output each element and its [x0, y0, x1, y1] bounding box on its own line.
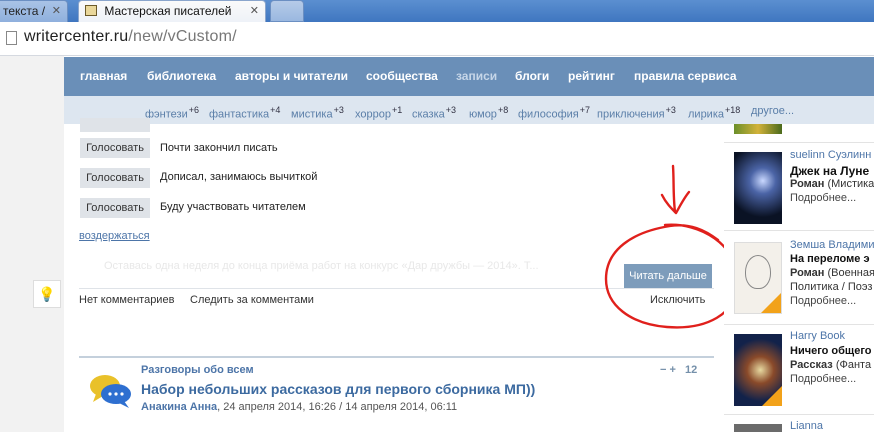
divider: [724, 142, 874, 143]
book-author-link[interactable]: Земша Владимир: [790, 239, 874, 251]
book-cover-partial[interactable]: [734, 424, 782, 432]
book-cover[interactable]: [734, 334, 782, 406]
book-more-link[interactable]: Подробнее...: [790, 192, 856, 204]
book-genre: (Военная: [827, 267, 874, 279]
book-cover[interactable]: [734, 242, 782, 314]
book-author-link[interactable]: Lianna: [790, 420, 823, 432]
book-title-link[interactable]: Ничего общего: [790, 345, 872, 357]
book-author-link[interactable]: suelinn Суэлинн: [790, 149, 871, 161]
book-genre: (Мистика: [827, 178, 874, 190]
book-more-link[interactable]: Подробнее...: [790, 295, 856, 307]
book-type: Роман: [790, 267, 825, 279]
book-title-link[interactable]: Джек на Луне: [790, 164, 869, 178]
book-genre: (Фанта: [835, 359, 872, 371]
book-more-link[interactable]: Подробнее...: [790, 373, 856, 385]
book-cover[interactable]: [734, 152, 782, 224]
divider: [724, 230, 874, 231]
divider: [724, 414, 874, 415]
book-author-link[interactable]: Harry Book: [790, 330, 845, 342]
book-title-link[interactable]: На переломе э: [790, 253, 870, 265]
book-type: Рассказ: [790, 359, 833, 371]
book-cover-partial[interactable]: [734, 124, 782, 134]
divider: [724, 324, 874, 325]
book-sidebar: suelinn Суэлинн Джек на Луне Роман (Мист…: [724, 124, 874, 432]
annotation-arrow-shaft: [671, 164, 677, 214]
book-tags: Политика / Поэз: [790, 281, 873, 293]
annotation-circle: [604, 223, 740, 329]
book-type: Роман: [790, 178, 825, 190]
